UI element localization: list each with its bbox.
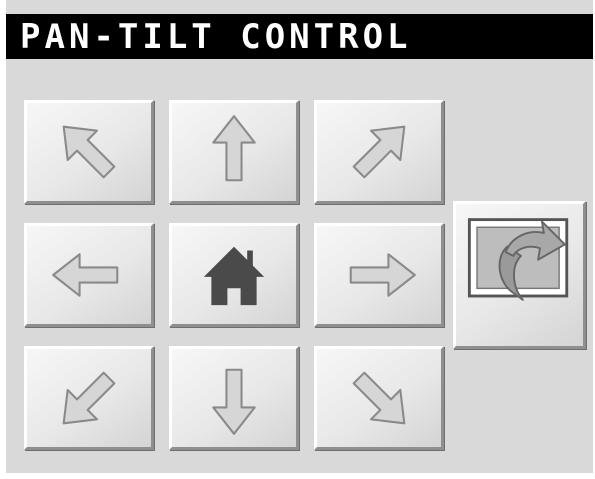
pan-right-button[interactable]: [314, 223, 444, 327]
home-button[interactable]: [169, 223, 299, 327]
arrow-down-right-icon: [352, 371, 406, 425]
refresh-button[interactable]: [453, 201, 586, 349]
pan-up-right-button[interactable]: [314, 100, 444, 204]
arrow-down-icon: [212, 368, 256, 435]
title-bar: PAN-TILT CONTROL: [6, 14, 593, 59]
arrow-left-icon: [52, 253, 119, 297]
refresh-icon: [467, 218, 569, 301]
pan-down-left-button[interactable]: [24, 346, 154, 450]
arrow-right-icon: [349, 253, 416, 297]
home-icon: [203, 246, 265, 306]
pan-up-left-button[interactable]: [24, 100, 154, 204]
tilt-down-button[interactable]: [169, 346, 299, 450]
arrow-up-icon: [212, 115, 256, 182]
arrow-up-left-icon: [62, 125, 116, 179]
panel-title: PAN-TILT CONTROL: [20, 17, 412, 57]
pan-down-right-button[interactable]: [314, 346, 444, 450]
pan-left-button[interactable]: [24, 223, 154, 327]
tilt-up-button[interactable]: [169, 100, 299, 204]
arrow-down-left-icon: [62, 371, 116, 425]
arrow-up-right-icon: [352, 125, 406, 179]
